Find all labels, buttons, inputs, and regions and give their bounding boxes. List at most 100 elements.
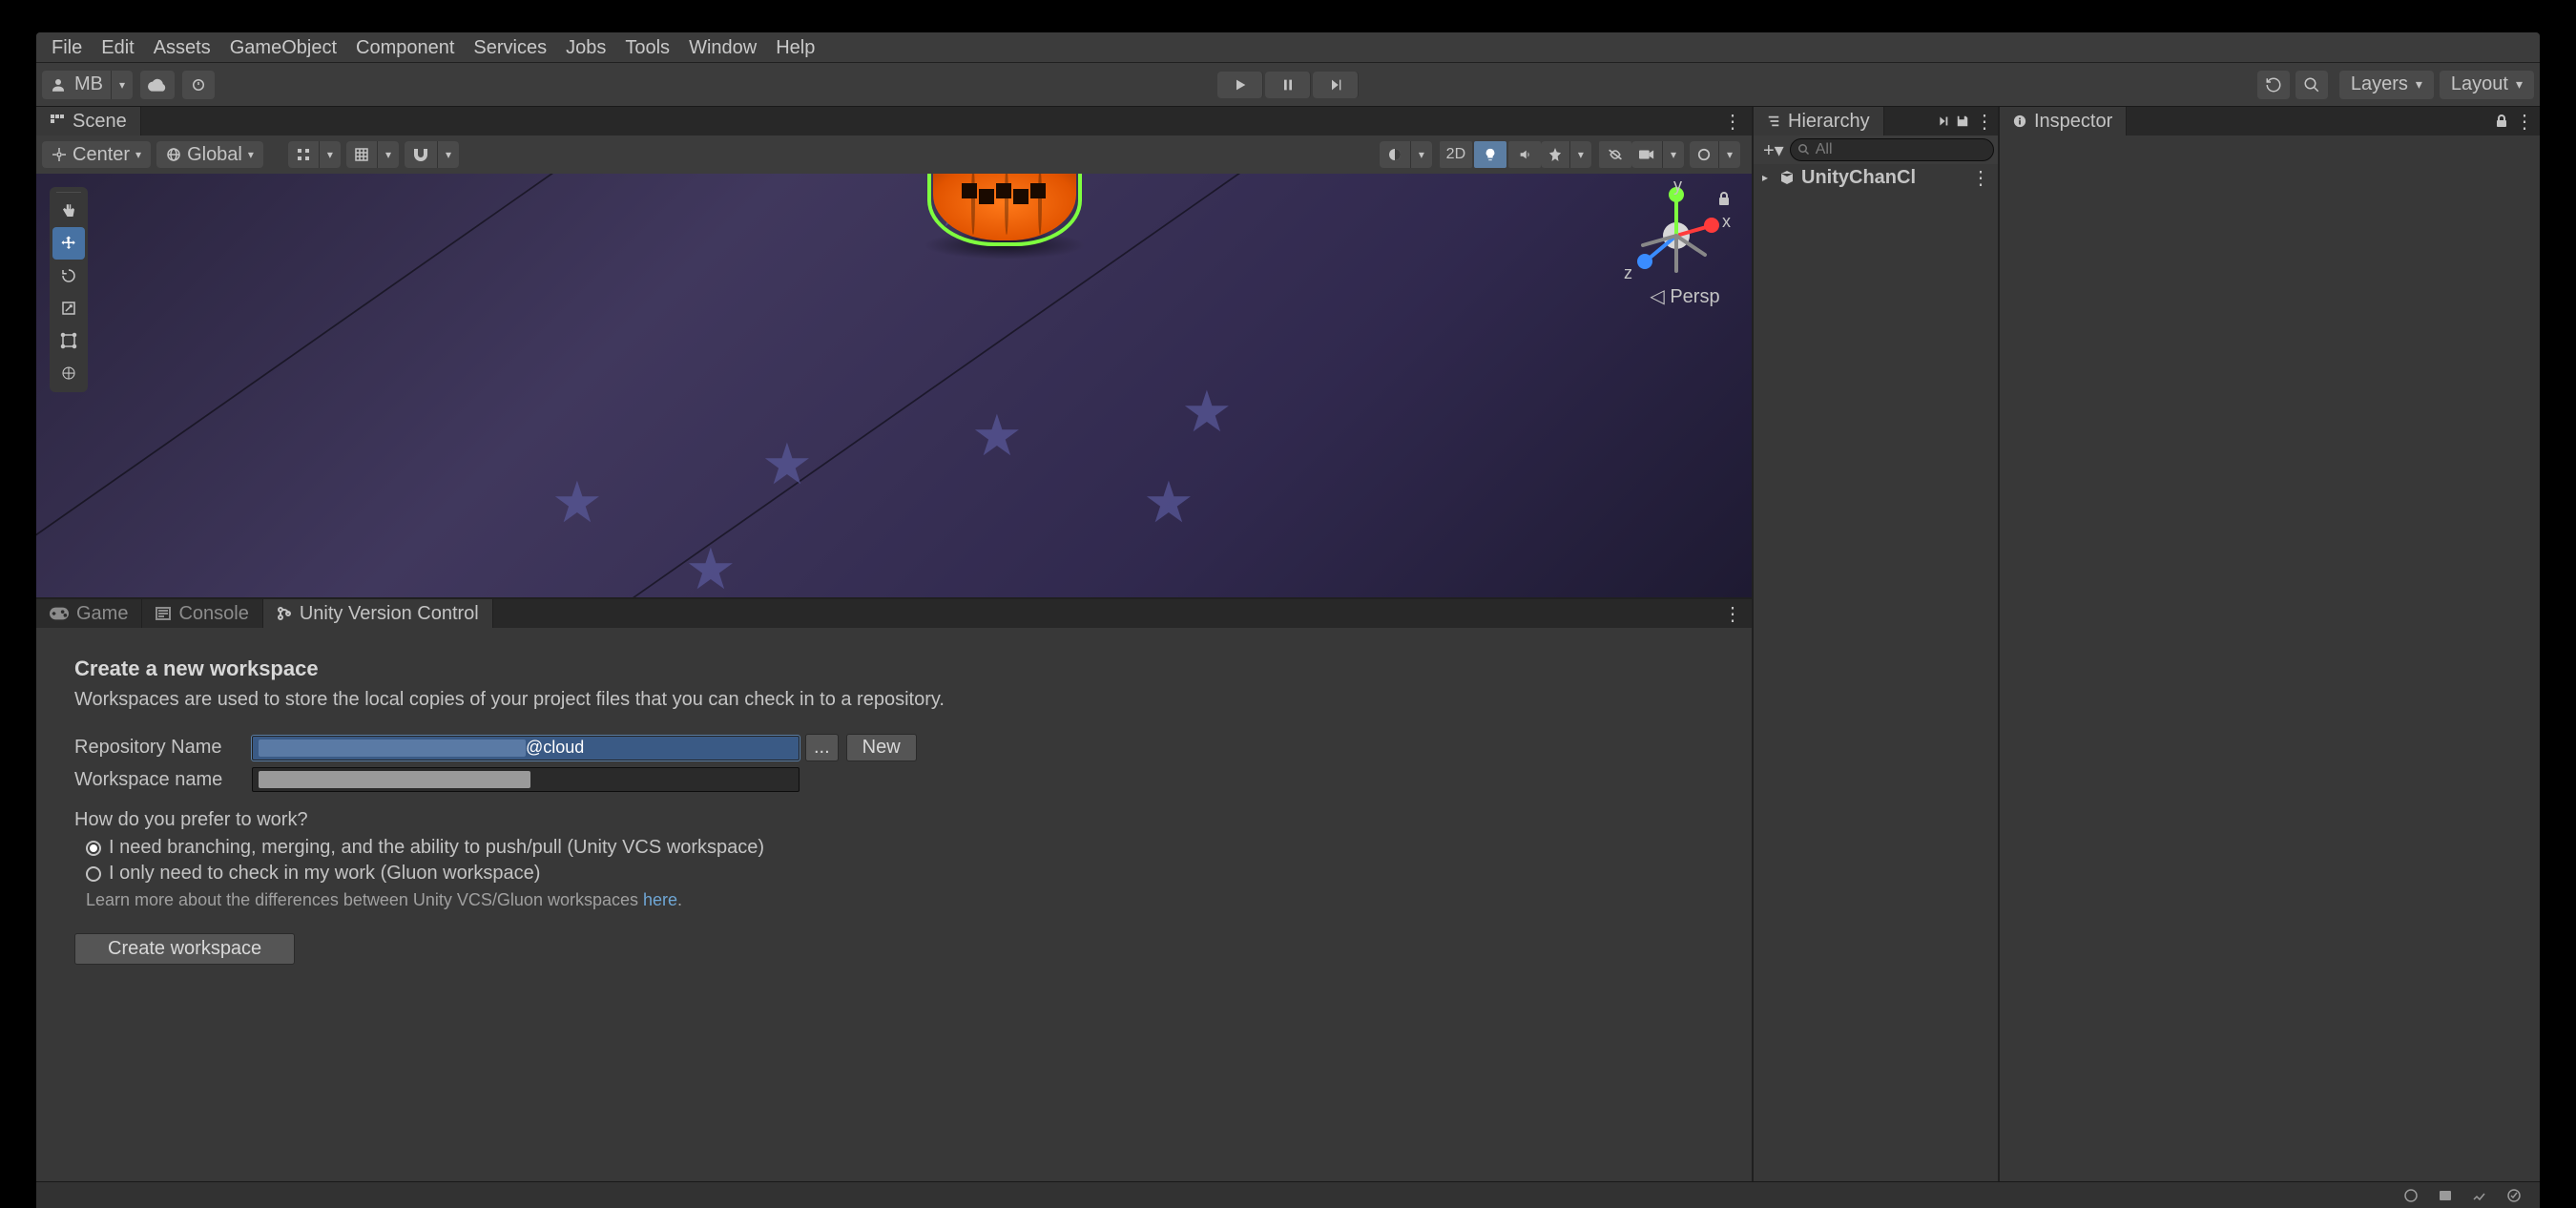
caret-icon: ▾	[1410, 141, 1432, 168]
tab-scene[interactable]: Scene	[36, 107, 141, 135]
gizmos-toggle[interactable]: ▾	[1690, 141, 1740, 168]
star-decal: ★	[1181, 379, 1233, 446]
console-tab-label: Console	[178, 603, 248, 625]
expand-arrow-icon[interactable]: ▸	[1757, 171, 1773, 184]
space-toggle[interactable]: Global ▾	[156, 141, 263, 168]
snap-settings-button[interactable]: ▾	[405, 141, 459, 168]
search-icon	[1798, 144, 1810, 156]
lock-icon: ◁	[1650, 286, 1660, 307]
browse-repo-button[interactable]: ...	[805, 734, 839, 761]
pause-button[interactable]	[1265, 72, 1311, 98]
move-tool[interactable]	[52, 227, 85, 260]
vcs-icon	[277, 606, 292, 621]
menu-tools[interactable]: Tools	[615, 32, 679, 63]
draw-mode-button[interactable]: ▾	[1380, 141, 1432, 168]
persp-label-row[interactable]: ◁ Persp	[1641, 284, 1729, 308]
undo-history-button[interactable]	[2257, 71, 2290, 99]
status-icon-2[interactable]	[2435, 1185, 2456, 1206]
hierarchy-save-icon[interactable]	[1956, 115, 1969, 128]
star-decal: ★	[1143, 469, 1195, 536]
snap-increment-button[interactable]: ▾	[288, 141, 341, 168]
tab-game[interactable]: Game	[36, 599, 142, 628]
main-menu-bar: File Edit Assets GameObject Component Se…	[36, 32, 2540, 63]
bottom-panel: Game Console Unity Version Control ⋮ Cre…	[36, 599, 1752, 1181]
scale-tool[interactable]	[52, 292, 85, 324]
tab-console[interactable]: Console	[142, 599, 262, 628]
bottom-tab-menu[interactable]: ⋮	[1714, 599, 1752, 628]
status-icon-1[interactable]	[2400, 1185, 2421, 1206]
hierarchy-add-button[interactable]: +▾	[1757, 138, 1790, 162]
pivot-icon	[52, 147, 67, 162]
inspector-lock[interactable]	[2496, 115, 2507, 128]
status-icon-4[interactable]	[2503, 1185, 2524, 1206]
tab-hierarchy[interactable]: Hierarchy	[1754, 107, 1884, 135]
hierarchy-panel: Hierarchy ⋮ +▾ All ▸ UnityChanCl	[1754, 107, 2000, 1181]
menu-window[interactable]: Window	[679, 32, 766, 63]
star-decal: ★	[761, 431, 813, 498]
menu-assets[interactable]: Assets	[144, 32, 220, 63]
radio-icon	[86, 841, 101, 856]
inspector-tab-menu[interactable]: ⋮	[2515, 110, 2534, 134]
settings-button[interactable]	[182, 71, 215, 99]
hierarchy-root-item[interactable]: ▸ UnityChanCl ⋮	[1754, 164, 1998, 191]
lock-icon	[1717, 191, 1731, 206]
workspace-input[interactable]	[252, 767, 800, 792]
view-tool[interactable]	[52, 195, 85, 227]
caret-icon: ▾	[1718, 141, 1740, 168]
hierarchy-search[interactable]: All	[1790, 138, 1994, 161]
cloud-button[interactable]	[140, 71, 175, 99]
scene-viewport[interactable]: ★ ★ ★ ★ ★ ★ ★	[36, 174, 1752, 597]
caret-icon: ▾	[1569, 141, 1591, 168]
menu-jobs[interactable]: Jobs	[556, 32, 615, 63]
new-repo-button[interactable]: New	[846, 734, 917, 761]
menu-help[interactable]: Help	[766, 32, 824, 63]
radio-branching[interactable]: I need branching, merging, and the abili…	[74, 837, 1714, 859]
repo-input[interactable]: @cloud	[252, 736, 800, 760]
menu-gameobject[interactable]: GameObject	[220, 32, 346, 63]
hidden-icon	[1608, 148, 1623, 161]
grid-snap-button[interactable]: ▾	[346, 141, 399, 168]
audio-toggle[interactable]	[1508, 141, 1541, 168]
scene-visibility-toggle[interactable]	[1599, 141, 1631, 168]
transform-tool[interactable]	[52, 357, 85, 389]
inspector-icon	[2013, 115, 2026, 128]
scene-tab-menu[interactable]: ⋮	[1714, 107, 1752, 135]
tab-inspector[interactable]: Inspector	[2000, 107, 2127, 135]
menu-component[interactable]: Component	[346, 32, 464, 63]
camera-button[interactable]: ▾	[1631, 141, 1684, 168]
account-dropdown[interactable]: MB ▾	[42, 71, 133, 99]
scene-overlay-tools: ▾ 2D ▾ ▾ ▾	[1380, 141, 1746, 168]
search-button[interactable]	[2296, 71, 2328, 99]
playback-controls	[1216, 72, 1360, 98]
status-icon-3[interactable]	[2469, 1185, 2490, 1206]
hierarchy-item-menu[interactable]: ⋮	[1967, 166, 1994, 190]
layers-dropdown[interactable]: Layers	[2339, 71, 2434, 99]
layout-dropdown[interactable]: Layout	[2440, 71, 2534, 99]
space-label: Global	[187, 144, 242, 166]
step-button[interactable]	[1313, 72, 1359, 98]
orientation-gizmo[interactable]: x y z ◁ Persp	[1624, 183, 1729, 308]
tab-vcs[interactable]: Unity Version Control	[263, 599, 493, 628]
star-decal: ★	[685, 536, 737, 597]
lighting-toggle[interactable]	[1474, 141, 1506, 168]
account-icon	[42, 71, 74, 99]
play-button[interactable]	[1217, 72, 1263, 98]
create-workspace-button[interactable]: Create workspace	[74, 933, 295, 965]
menu-file[interactable]: File	[42, 32, 92, 63]
hierarchy-tab-menu[interactable]: ⋮	[1975, 110, 1994, 134]
work-mode-group: How do you prefer to work? I need branch…	[74, 809, 1714, 910]
rect-tool[interactable]	[52, 324, 85, 357]
pivot-toggle[interactable]: Center ▾	[42, 141, 151, 168]
menu-services[interactable]: Services	[464, 32, 556, 63]
twod-toggle[interactable]: 2D	[1440, 141, 1472, 168]
hierarchy-visibility-toggle[interactable]	[1935, 115, 1950, 128]
vcs-subtitle: Workspaces are used to store the local c…	[74, 689, 1714, 711]
gizmo-lock[interactable]	[1717, 191, 1731, 206]
learn-link[interactable]: here	[643, 890, 677, 909]
scene-object-pumpkin	[933, 174, 1076, 240]
rotate-tool[interactable]	[52, 260, 85, 292]
radio-gluon[interactable]: I only need to check in my work (Gluon w…	[74, 863, 1714, 885]
fx-toggle[interactable]: ▾	[1541, 141, 1591, 168]
menu-edit[interactable]: Edit	[92, 32, 143, 63]
hierarchy-tab-label: Hierarchy	[1788, 111, 1870, 133]
